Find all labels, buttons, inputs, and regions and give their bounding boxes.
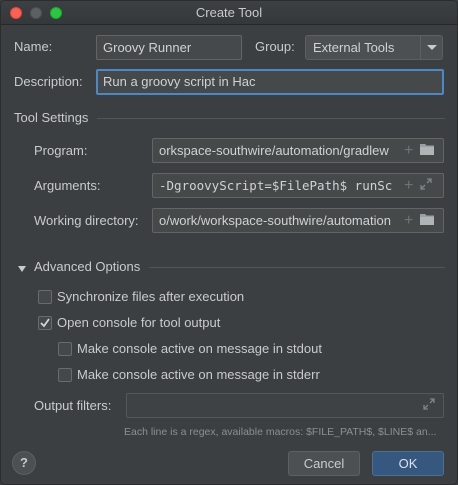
name-field[interactable]: Groovy Runner	[96, 35, 242, 60]
description-field[interactable]: Run a groovy script in Hac	[96, 69, 444, 95]
sync-files-checkbox[interactable]	[38, 290, 52, 304]
tool-settings-divider	[97, 118, 445, 119]
stdout-active-label: Make console active on message in stdout	[77, 341, 322, 356]
arguments-label: Arguments:	[34, 178, 101, 193]
advanced-options-toggle[interactable]	[17, 262, 27, 277]
folder-icon[interactable]	[419, 142, 435, 159]
working-directory-field-icons: +	[401, 212, 439, 229]
title-bar: Create Tool	[1, 1, 457, 25]
create-tool-dialog: Create Tool Name: Groovy Runner Group: E…	[0, 0, 458, 485]
tool-settings-heading: Tool Settings	[14, 110, 89, 125]
expand-icon[interactable]	[422, 397, 436, 414]
working-directory-value: o/work/workspace-southwire/automation	[159, 213, 391, 228]
program-field-icons: +	[401, 142, 439, 159]
folder-icon[interactable]	[419, 212, 435, 229]
stderr-active-checkbox[interactable]	[58, 368, 72, 382]
window-title: Create Tool	[195, 5, 263, 20]
open-console-label: Open console for tool output	[57, 315, 221, 330]
program-label: Program:	[34, 143, 88, 158]
group-label: Group:	[255, 39, 295, 54]
sync-files-label: Synchronize files after execution	[57, 289, 245, 304]
arguments-value: -DgroovyScript=$FilePath$ runSc	[159, 178, 393, 193]
stderr-active-label: Make console active on message in stderr	[77, 367, 320, 382]
advanced-options-heading: Advanced Options	[34, 259, 141, 274]
output-filters-label: Output filters:	[34, 398, 112, 413]
group-dropdown[interactable]: External Tools	[305, 35, 443, 60]
arguments-field-icons: +	[401, 177, 437, 194]
insert-macro-icon[interactable]: +	[404, 177, 413, 194]
triangle-down-icon	[18, 266, 26, 272]
advanced-options-divider	[149, 267, 445, 268]
stdout-active-checkbox[interactable]	[58, 342, 72, 356]
ok-button[interactable]: OK	[372, 451, 444, 476]
program-value: orkspace-southwire/automation/gradlew	[159, 143, 389, 158]
description-label: Description:	[14, 74, 83, 89]
chevron-down-icon	[420, 36, 442, 59]
cancel-button[interactable]: Cancel	[288, 451, 360, 476]
insert-macro-icon[interactable]: +	[404, 142, 413, 159]
output-filters-hint: Each line is a regex, available macros: …	[124, 426, 437, 438]
expand-icon[interactable]	[419, 177, 433, 194]
open-console-checkbox[interactable]	[38, 316, 52, 330]
working-directory-label: Working directory:	[34, 213, 139, 228]
output-filters-field[interactable]	[126, 393, 444, 418]
checkmark-icon	[40, 318, 50, 328]
name-label: Name:	[14, 39, 53, 54]
group-dropdown-value: External Tools	[313, 40, 395, 55]
help-button[interactable]: ?	[12, 451, 36, 475]
insert-macro-icon[interactable]: +	[404, 212, 413, 229]
